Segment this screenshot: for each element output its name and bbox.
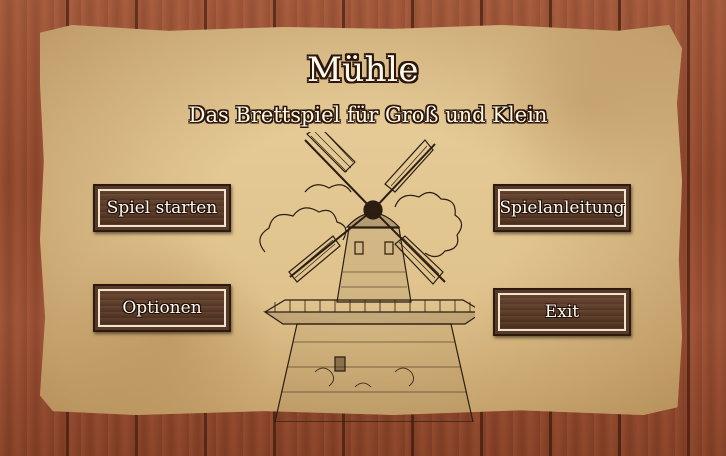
game-rules-button[interactable]: Spielanleitung xyxy=(493,184,631,232)
game-title: Mühle xyxy=(306,50,420,90)
windmill-illustration xyxy=(259,132,475,422)
exit-button[interactable]: Exit xyxy=(493,288,631,336)
game-subtitle: Das Brettspiel für Groß und Klein xyxy=(188,103,548,127)
start-game-button[interactable]: Spiel starten xyxy=(93,184,231,232)
options-button[interactable]: Optionen xyxy=(93,284,231,332)
